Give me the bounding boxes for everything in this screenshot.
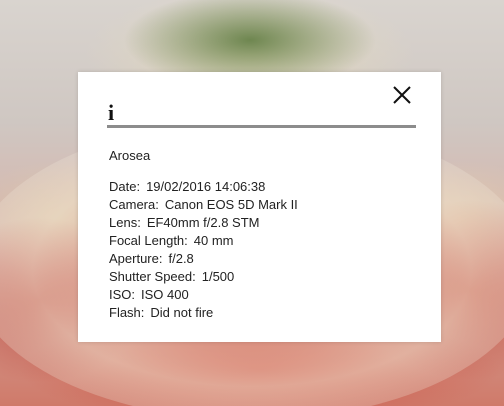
metadata-row-lens: Lens: EF40mm f/2.8 STM xyxy=(109,214,298,232)
metadata-value: 1/500 xyxy=(201,269,235,284)
metadata-value: EF40mm f/2.8 STM xyxy=(146,215,260,230)
metadata-value: f/2.8 xyxy=(168,251,194,266)
photo-info-dialog: i Arosea Date: 19/02/2016 14:06:38 Camera… xyxy=(78,72,441,342)
metadata-label: Camera: xyxy=(109,197,159,212)
metadata-value: ISO 400 xyxy=(141,287,189,302)
metadata-row-aperture: Aperture: f/2.8 xyxy=(109,250,298,268)
metadata-value: 19/02/2016 14:06:38 xyxy=(146,179,266,194)
metadata-row-date: Date: 19/02/2016 14:06:38 xyxy=(109,178,298,196)
photo-title: Arosea xyxy=(109,148,151,163)
metadata-label: Shutter Speed: xyxy=(109,269,196,284)
metadata-value: 40 mm xyxy=(193,233,234,248)
info-icon: i xyxy=(108,100,115,125)
metadata-label: ISO: xyxy=(109,287,136,302)
metadata-value: Did not fire xyxy=(150,305,214,320)
metadata-label: Flash: xyxy=(109,305,145,320)
metadata-row-flash: Flash: Did not fire xyxy=(109,304,298,322)
metadata-label: Date: xyxy=(109,179,141,194)
metadata-row-camera: Camera: Canon EOS 5D Mark II xyxy=(109,196,298,214)
metadata-list: Date: 19/02/2016 14:06:38 Camera: Canon EO… xyxy=(109,178,298,322)
close-button[interactable] xyxy=(391,84,413,106)
header-divider xyxy=(107,125,416,128)
metadata-label: Aperture: xyxy=(109,251,163,266)
metadata-row-shutter-speed: Shutter Speed: 1/500 xyxy=(109,268,298,286)
metadata-row-iso: ISO: ISO 400 xyxy=(109,286,298,304)
metadata-row-focal-length: Focal Length: 40 mm xyxy=(109,232,298,250)
metadata-label: Focal Length: xyxy=(109,233,188,248)
close-icon xyxy=(393,86,411,104)
metadata-label: Lens: xyxy=(109,215,141,230)
metadata-value: Canon EOS 5D Mark II xyxy=(164,197,298,212)
